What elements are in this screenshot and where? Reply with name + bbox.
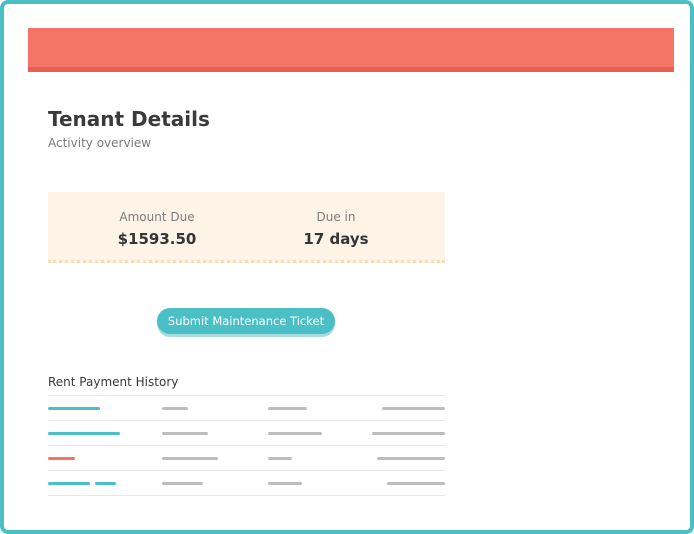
placeholder-bar	[162, 457, 218, 460]
placeholder-bar	[377, 457, 445, 460]
placeholder-bar	[48, 407, 100, 410]
table-row[interactable]	[48, 395, 445, 420]
due-in-value: 17 days	[303, 230, 369, 248]
table-row[interactable]	[48, 470, 445, 496]
placeholder-bar	[268, 482, 302, 485]
placeholder-bar	[162, 482, 203, 485]
amount-due-block: Amount Due $1593.50	[82, 210, 232, 248]
due-in-label: Due in	[316, 210, 356, 224]
table-row[interactable]	[48, 445, 445, 470]
placeholder-bar	[382, 407, 445, 410]
placeholder-bar	[48, 432, 120, 435]
app-frame: Tenant Details Activity overview Amount …	[0, 0, 694, 534]
placeholder-bar	[372, 432, 445, 435]
placeholder-bar	[268, 432, 322, 435]
placeholder-bar	[162, 432, 208, 435]
submit-maintenance-ticket-button[interactable]: Submit Maintenance Ticket	[157, 308, 335, 334]
rent-history-table	[48, 395, 445, 496]
placeholder-bar	[48, 482, 90, 485]
placeholder-bar	[387, 482, 445, 485]
placeholder-bar	[268, 457, 292, 460]
rent-summary-card: Amount Due $1593.50 Due in 17 days	[48, 192, 445, 263]
placeholder-bar	[95, 482, 116, 485]
placeholder-bar	[48, 457, 75, 460]
placeholder-bar	[268, 407, 307, 410]
amount-due-value: $1593.50	[117, 230, 197, 248]
header-banner	[28, 28, 674, 72]
page-title: Tenant Details	[48, 107, 210, 131]
table-row[interactable]	[48, 420, 445, 445]
amount-due-label: Amount Due	[119, 210, 195, 224]
page-subtitle: Activity overview	[48, 136, 152, 150]
placeholder-bar	[162, 407, 188, 410]
rent-history-title: Rent Payment History	[48, 375, 179, 389]
due-in-block: Due in 17 days	[261, 210, 411, 248]
